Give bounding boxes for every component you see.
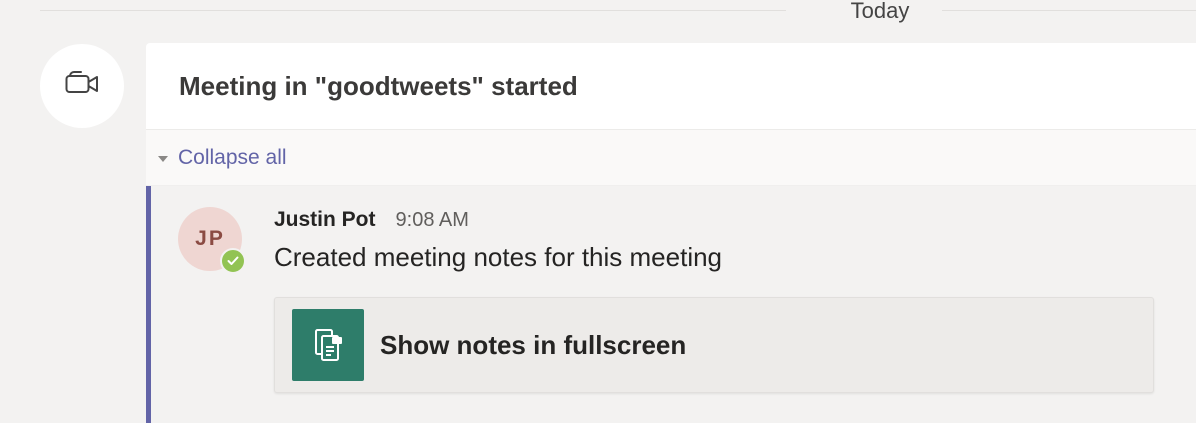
date-divider: Today <box>40 0 1196 24</box>
notes-card-label: Show notes in fullscreen <box>380 329 687 360</box>
author-name[interactable]: Justin Pot <box>274 208 376 232</box>
date-label: Today <box>850 0 910 23</box>
collapse-row[interactable]: Collapse all <box>146 130 1196 186</box>
divider-line-left <box>40 10 786 11</box>
thread-accent-bar <box>146 186 151 423</box>
presence-available-icon <box>220 248 246 274</box>
meeting-icon-badge <box>40 44 124 128</box>
message-timestamp: 9:08 AM <box>395 209 469 231</box>
message-body: Created meeting notes for this meeting <box>274 242 723 272</box>
meeting-card: Meeting in "goodtweets" started Collapse… <box>146 43 1196 423</box>
message-header: Justin Pot 9:08 AM <box>274 208 469 232</box>
divider-line-right <box>942 10 1196 11</box>
avatar-initials: JP <box>195 227 225 250</box>
collapse-all-link[interactable]: Collapse all <box>178 146 287 170</box>
meeting-title: Meeting in "goodtweets" started <box>179 70 578 101</box>
meeting-card-header: Meeting in "goodtweets" started <box>146 43 1196 130</box>
video-camera-icon <box>65 70 99 102</box>
message-thread: JP Justin Pot 9:08 AM Created meeting no… <box>146 186 1196 423</box>
show-notes-fullscreen-button[interactable]: Show notes in fullscreen <box>274 297 1154 393</box>
caret-down-icon <box>158 155 168 162</box>
notes-icon <box>292 309 364 381</box>
